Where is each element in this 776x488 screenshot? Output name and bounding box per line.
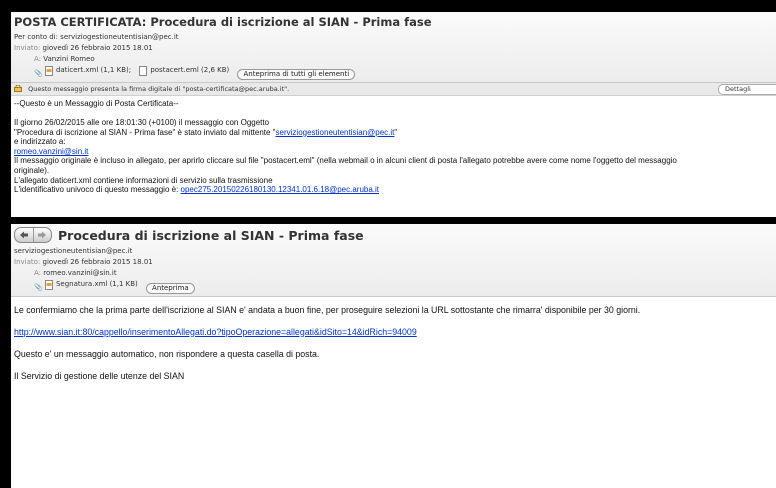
to-label: A: — [34, 269, 42, 277]
attachment-daticert[interactable]: daticert.xml (1,1 KB); — [44, 65, 131, 76]
body-line: --Questo è un Messaggio di Posta Certifi… — [14, 98, 179, 108]
signature-notice: Questo messaggio presenta la firma digit… — [28, 84, 290, 93]
attachments-line: 📎 daticert.xml (1,1 KB); postacert.eml (… — [14, 65, 771, 80]
recipient[interactable]: Vanzini Romeo — [43, 55, 94, 63]
recipient[interactable]: romeo.vanzini@sin.it — [43, 269, 116, 277]
xml-file-icon — [44, 279, 53, 290]
back-arrow-icon[interactable] — [15, 228, 33, 242]
message-subject: POSTA CERTIFICATA: Procedura di iscrizio… — [14, 15, 432, 29]
xml-file-icon — [44, 65, 53, 76]
to-line: A: Vanzini Romeo — [14, 54, 771, 65]
body-line: Il giorno 26/02/2015 alle ore 18:01:30 (… — [14, 118, 270, 128]
digital-signature-bar: Questo messaggio presenta la firma digit… — [11, 82, 776, 96]
attachments-line: 📎 Segnatura.xml (1,1 KB) Anteprima — [14, 279, 771, 294]
paperclip-icon: 📎 — [34, 69, 43, 78]
sent-date: giovedì 26 febbraio 2015 18.01 — [42, 258, 153, 266]
original-mail-body: Le confermiamo che la prima parte dell'i… — [11, 297, 776, 401]
body-line: L'allegato daticert.xml contiene informa… — [14, 175, 273, 185]
sent-label: Inviato: — [14, 258, 41, 266]
body-line: L'identificativo univoco di questo messa… — [14, 185, 380, 195]
on-behalf-line: Per conto di: serviziogestioneutentisian… — [14, 33, 179, 41]
sent-line: Inviato: giovedì 26 febbraio 2015 18.01 — [14, 43, 771, 54]
message-subject: Procedura di iscrizione al SIAN - Prima … — [58, 227, 364, 243]
paperclip-icon: 📎 — [34, 283, 43, 292]
attachment-postacert[interactable]: postacert.eml (2,6 KB) — [139, 65, 229, 76]
original-mail-header: Procedura di iscrizione al SIAN - Prima … — [11, 224, 776, 297]
signature-icon — [14, 85, 22, 92]
signature-line: Il Servizio di gestione delle utenze del… — [14, 370, 185, 381]
body-line: e indirizzato a: — [14, 137, 66, 147]
from-line[interactable]: serviziogestioneutentisian@pec.it — [14, 246, 771, 257]
sent-label: Inviato: — [14, 44, 41, 52]
forward-arrow-icon[interactable] — [32, 228, 52, 242]
attachment-segnatura[interactable]: Segnatura.xml (1,1 KB) — [44, 279, 138, 290]
continue-registration-link[interactable]: http://www.sian.it:80/cappello/inserimen… — [14, 327, 417, 337]
original-subject-row: Procedura di iscrizione al SIAN - Prima … — [14, 227, 771, 243]
preview-all-button[interactable]: Anteprima di tutti gli elementi — [237, 68, 356, 80]
details-dropdown[interactable]: Dettagli — [718, 83, 776, 95]
to-line: A: romeo.vanzini@sin.it — [14, 268, 771, 279]
sent-date: giovedì 26 febbraio 2015 18.01 — [42, 44, 153, 52]
body-line: Il messaggio originale è incluso in alle… — [14, 156, 677, 166]
recipient-email-link[interactable]: romeo.vanzini@sin.it — [14, 147, 773, 157]
original-mail-panel: Procedura di iscrizione al SIAN - Prima … — [11, 224, 776, 488]
body-line: "Procedura di iscrizione al SIAN - Prima… — [14, 127, 398, 137]
eml-file-icon — [139, 65, 148, 76]
certified-mail-body: --Questo è un Messaggio di Posta Certifi… — [11, 96, 776, 198]
body-paragraph: Le confermiamo che la prima parte dell'i… — [14, 304, 641, 315]
body-paragraph: Questo e' un messaggio automatico, non r… — [14, 348, 320, 359]
certified-mail-panel: POSTA CERTIFICATA: Procedura di iscrizio… — [11, 12, 776, 217]
nav-arrows[interactable] — [14, 227, 52, 243]
preview-button[interactable]: Anteprima — [146, 282, 195, 294]
sender-email-link[interactable]: serviziogestioneutentisian@pec.it — [276, 128, 395, 137]
certified-mail-header: POSTA CERTIFICATA: Procedura di iscrizio… — [11, 12, 776, 83]
message-id-link[interactable]: opec275.20150226180130.12341.01.6.18@pec… — [181, 185, 380, 194]
sent-line: Inviato: giovedì 26 febbraio 2015 18.01 — [14, 257, 771, 268]
body-line: originale). — [14, 166, 50, 176]
to-label: A: — [34, 55, 42, 63]
